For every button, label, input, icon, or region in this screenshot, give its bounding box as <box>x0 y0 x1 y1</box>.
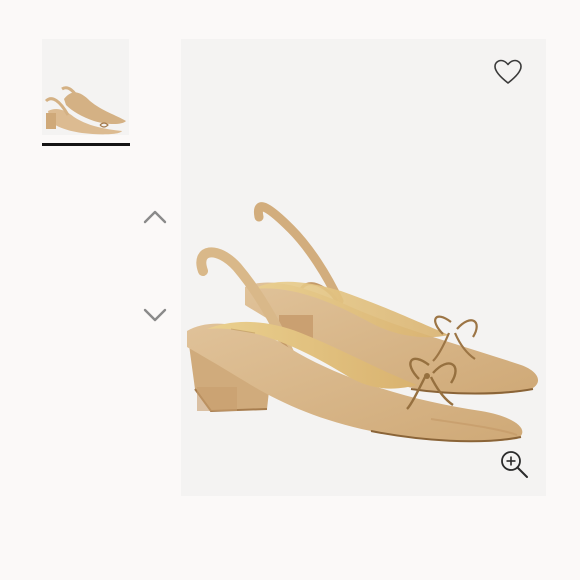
gallery-thumbnail[interactable] <box>42 39 129 135</box>
zoom-in-icon[interactable] <box>499 449 529 479</box>
chevron-down-icon[interactable] <box>142 306 168 324</box>
heart-outline-icon[interactable] <box>493 58 523 86</box>
thumbnail-selected-indicator <box>42 143 130 146</box>
product-gallery <box>0 0 580 580</box>
chevron-up-icon[interactable] <box>142 208 168 226</box>
main-product-image <box>181 39 546 496</box>
slingback-pump-product-image <box>187 202 539 443</box>
slingback-pump-thumbnail-image <box>44 86 126 135</box>
